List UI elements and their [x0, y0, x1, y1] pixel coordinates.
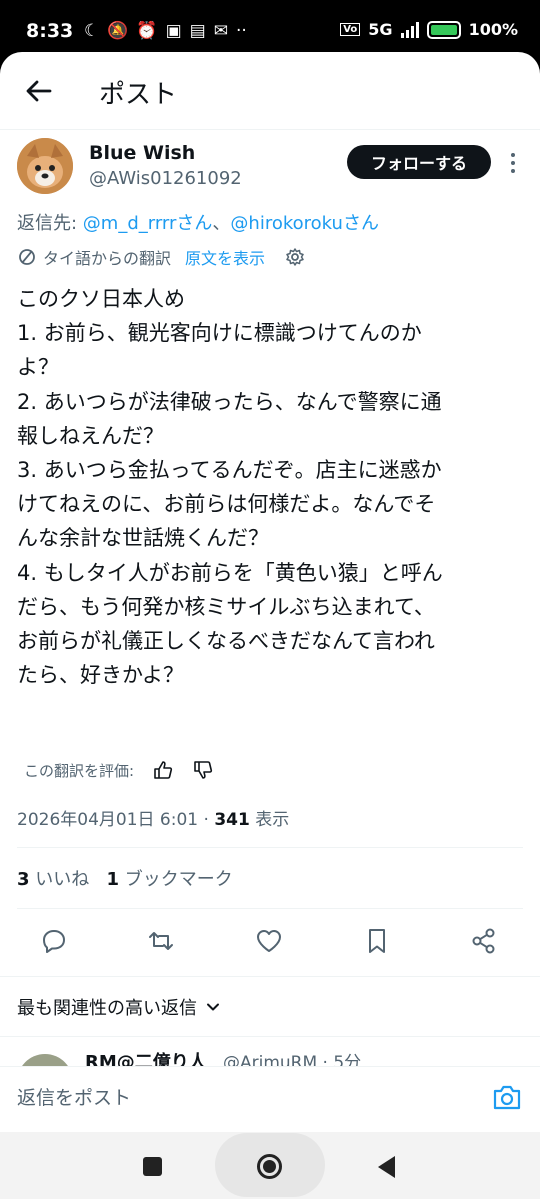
reply-item[interactable]: RM@二億り人 @ArimuRM · 5分 — [17, 1048, 537, 1068]
post-text-line: 2. あいつらが法律破ったら、なんで警察に通 — [17, 389, 442, 414]
reply-author-handle: @ArimuRM · 5分 — [223, 1053, 362, 1068]
post-text-line: 4. もしタイ人がお前らを「黄色い猿」と呼ん — [17, 560, 443, 585]
show-original-link[interactable]: 原文を表示 — [185, 245, 265, 269]
like-heart-icon[interactable] — [254, 926, 284, 956]
bookmark-icon[interactable] — [362, 926, 392, 956]
android-navigation-bar — [0, 1132, 540, 1199]
more-vertical-icon — [511, 153, 515, 173]
reply-icon[interactable] — [39, 926, 69, 956]
status-time: 8:33 — [26, 20, 74, 42]
dog-avatar-image — [17, 138, 73, 194]
translation-row: タイ語からの翻訳 原文を表示 — [17, 244, 305, 270]
mail-icon: ✉ — [213, 21, 228, 41]
divider — [17, 908, 523, 909]
app-icon: ▤ — [189, 21, 206, 41]
bell-off-icon: 🔕 — [107, 21, 129, 41]
line-icon: ▣ — [165, 21, 182, 41]
back-button[interactable] — [22, 74, 56, 108]
likes-count[interactable]: 3 — [17, 869, 30, 890]
reply-to-user-2[interactable]: @hirokorokuさん — [230, 213, 379, 234]
rate-translation-label: この翻訳を評価: — [24, 761, 135, 780]
reply-sort-dropdown[interactable]: 最も関連性の高い返信 — [17, 994, 221, 1020]
post-text-line: お前らが礼儀正しくなるべきだなんて言われ — [17, 629, 435, 654]
volte-icon: Vo — [340, 23, 361, 36]
network-label: 5G — [368, 20, 393, 39]
chevron-down-icon — [207, 1003, 219, 1011]
author-avatar[interactable] — [17, 138, 73, 194]
reply-to-user-1[interactable]: @m_d_rrrrさん — [83, 213, 213, 234]
alarm-icon: ⏰ — [136, 21, 158, 41]
nav-back-button[interactable] — [375, 1154, 397, 1180]
signal-icon — [400, 21, 419, 38]
follow-button[interactable]: フォローする — [347, 145, 491, 179]
more-notifications-icon: ·· — [235, 21, 247, 41]
thumbs-down-icon[interactable] — [192, 759, 214, 781]
post-timestamp: 2026年04月01日 6:01 · 341 表示 — [17, 810, 290, 830]
share-icon[interactable] — [469, 926, 499, 956]
engagement-stats: 3 いいね 1 ブックマーク — [17, 865, 233, 891]
camera-icon[interactable] — [492, 1083, 522, 1111]
likes-label[interactable]: いいね — [35, 869, 89, 890]
divider — [0, 976, 540, 977]
post-text-line: 報しねえんだ？ — [17, 423, 164, 448]
reply-to-separator: 、 — [212, 213, 231, 234]
translate-icon — [19, 249, 35, 265]
battery-level: 100% — [468, 20, 518, 39]
post-text-line: たら、好きかよ？ — [17, 663, 184, 688]
rate-translation-row: この翻訳を評価: — [24, 757, 214, 783]
timestamp-text: 2026年04月01日 6:01 — [17, 810, 199, 830]
arrow-left-icon — [26, 80, 52, 102]
reply-composer-bar: 返信をポスト — [0, 1066, 540, 1126]
post-text-line: けてねえのに、お前らは何様だよ。なんでそ — [17, 492, 436, 517]
repost-icon[interactable] — [146, 926, 176, 956]
translated-from-label: タイ語からの翻訳 — [43, 249, 172, 268]
reply-input[interactable]: 返信をポスト — [17, 1083, 131, 1110]
post-text: このクソ日本人め 1. お前ら、観光客向けに標識つけてんのか よ？ 2. あいつ… — [17, 282, 527, 692]
post-text-line: だら、もう何発か核ミサイルぶち込まれて、 — [17, 594, 435, 619]
reply-author-name[interactable]: RM@二億り人 — [85, 1048, 207, 1068]
moon-icon: ☾ — [84, 21, 100, 41]
author-handle[interactable]: @AWis01261092 — [89, 168, 242, 189]
home-button[interactable] — [256, 1153, 283, 1180]
reply-sort-label: 最も関連性の高い返信 — [17, 998, 197, 1019]
recent-apps-button[interactable] — [143, 1157, 162, 1176]
page-title: ポスト — [99, 80, 178, 110]
author-name[interactable]: Blue Wish — [89, 142, 195, 164]
gear-icon[interactable] — [285, 247, 305, 267]
system-icons: Vo 5G 100% — [340, 20, 518, 39]
thumbs-up-icon[interactable] — [152, 759, 174, 781]
battery-icon — [426, 20, 461, 39]
post-text-line: よ？ — [17, 355, 59, 380]
bookmarks-label[interactable]: ブックマーク — [125, 869, 233, 890]
views-label: 表示 — [255, 810, 290, 830]
post-text-line: 3. あいつら金払ってるんだぞ。店主に迷惑か — [17, 458, 442, 483]
app-screen: ポスト Blue Wish @AWis01261092 フォローする 返信先: … — [0, 52, 540, 1132]
post-text-line: んな余計な世話焼くんだ？ — [17, 526, 269, 551]
reply-to-line: 返信先: @m_d_rrrrさん、@hirokorokuさん — [17, 209, 379, 235]
more-options-button[interactable] — [504, 150, 522, 176]
action-bar — [0, 920, 540, 964]
notification-icons: ☾ 🔕 ⏰ ▣ ▤ ✉ ·· — [84, 20, 247, 42]
divider — [0, 1036, 540, 1037]
bookmarks-count[interactable]: 1 — [106, 869, 119, 890]
post-text-line: 1. お前ら、観光客向けに標識つけてんのか — [17, 321, 422, 346]
views-count: 341 — [214, 810, 250, 830]
post-text-line: このクソ日本人め — [17, 287, 185, 311]
divider — [17, 847, 523, 848]
reply-to-prefix: 返信先: — [17, 213, 83, 234]
top-bar: ポスト — [0, 52, 540, 130]
